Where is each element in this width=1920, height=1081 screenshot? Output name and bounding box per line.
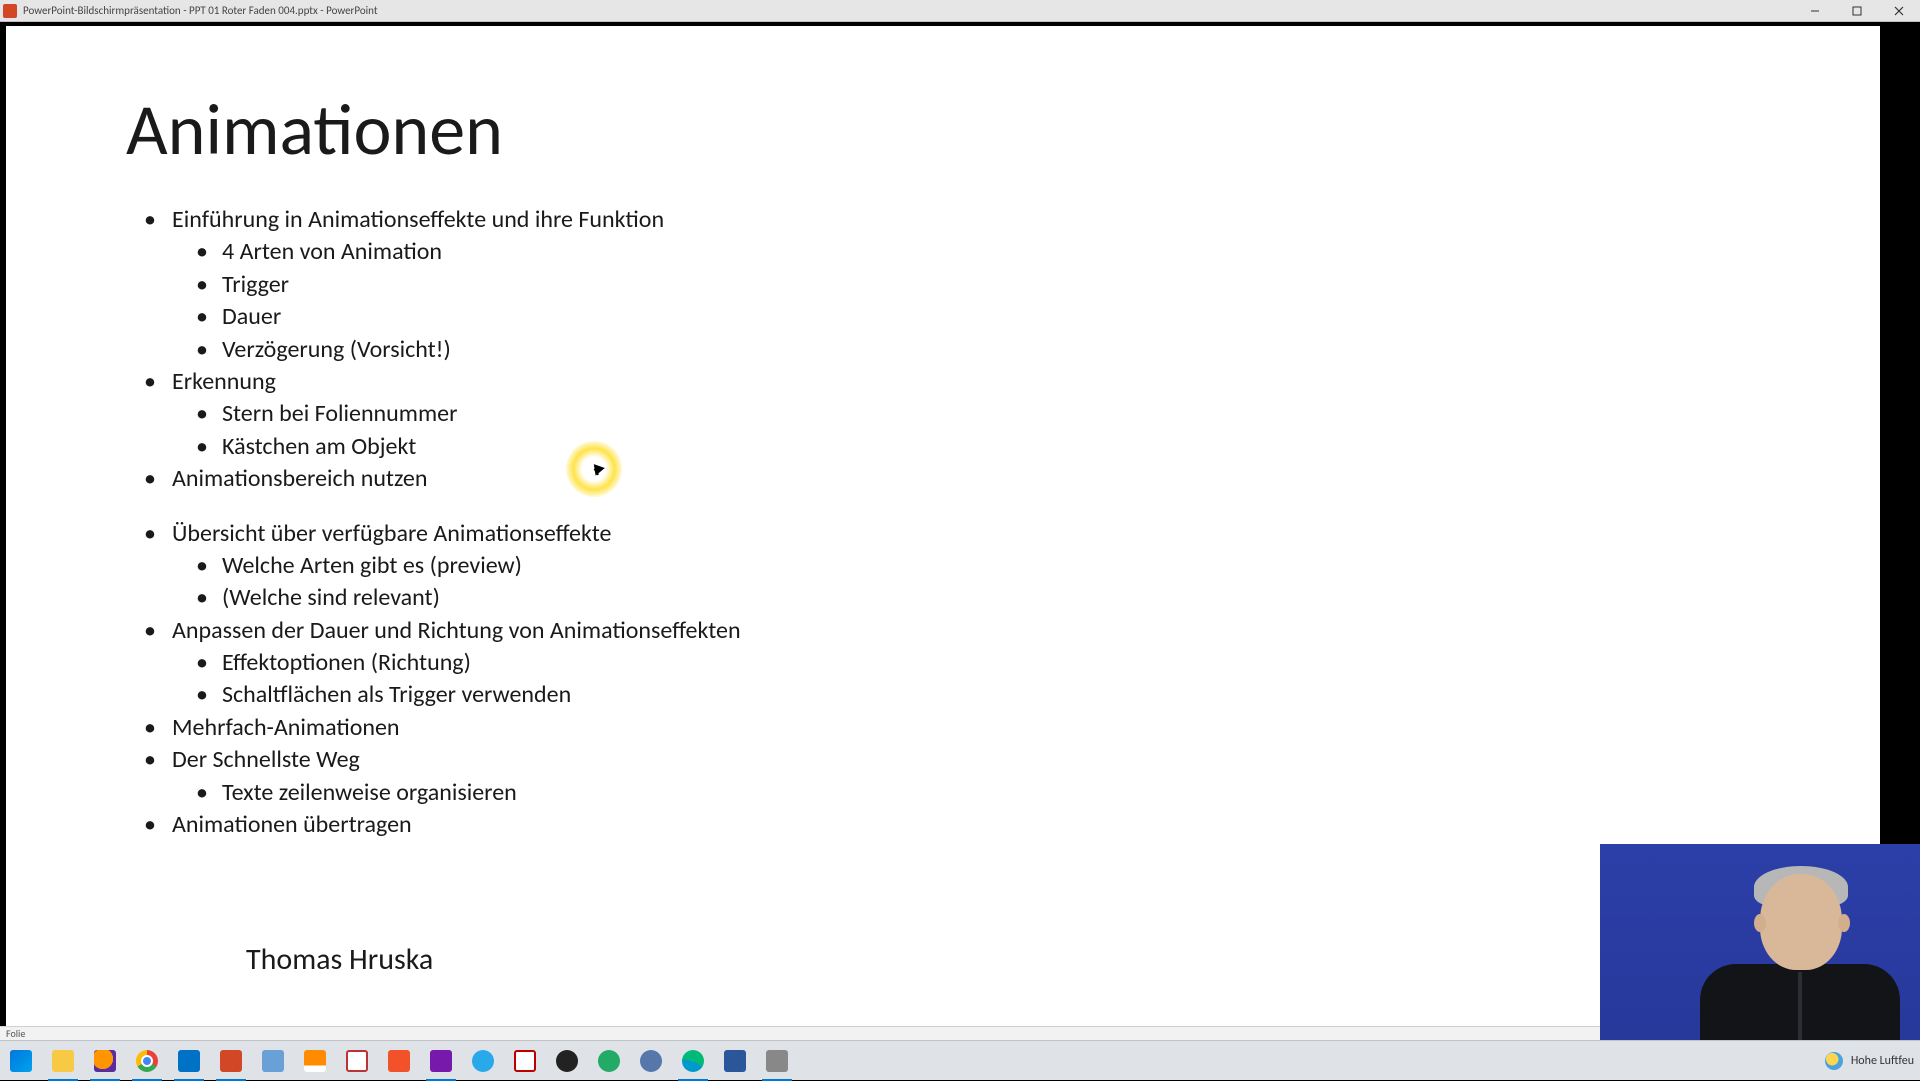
app-1-icon <box>640 1050 662 1072</box>
bullet-item: Anpassen der Dauer und Richtung von Anim… <box>126 615 1780 712</box>
onenote-icon <box>430 1050 452 1072</box>
brave-icon <box>388 1050 410 1072</box>
taskbar-app-2[interactable] <box>756 1041 798 1081</box>
taskbar[interactable]: Hohe Luftfeu <box>0 1040 1920 1080</box>
taskbar-vlc[interactable] <box>294 1041 336 1081</box>
window-titlebar: PowerPoint-Bildschirmpräsentation - PPT … <box>0 0 1920 22</box>
taskbar-chrome[interactable] <box>126 1041 168 1081</box>
taskbar-word[interactable] <box>714 1041 756 1081</box>
sub-bullet-list: 4 Arten von AnimationTriggerDauerVerzöge… <box>172 236 1780 366</box>
bullet-item: Animationsbereich nutzen <box>126 463 1780 495</box>
taskbar-brave[interactable] <box>378 1041 420 1081</box>
bullet-text: Animationen übertragen <box>172 810 412 839</box>
chrome-icon <box>136 1050 158 1072</box>
presenter-figure <box>1690 844 1890 1054</box>
outlook-icon <box>178 1050 200 1072</box>
sub-bullet-list: Welche Arten gibt es (preview)(Welche si… <box>172 550 1780 615</box>
bullet-item: Animationen übertragen <box>126 809 1780 841</box>
taskbar-onenote[interactable] <box>420 1041 462 1081</box>
taskbar-firefox[interactable] <box>84 1041 126 1081</box>
snipping-tool-icon <box>346 1050 368 1072</box>
taskbar-zotero[interactable] <box>504 1041 546 1081</box>
sub-bullet-item: Effektoptionen (Richtung) <box>172 647 1780 679</box>
bullet-text: Anpassen der Dauer und Richtung von Anim… <box>172 616 741 645</box>
sub-bullet-item: Kästchen am Objekt <box>172 431 1780 463</box>
sub-bullet-item: Stern bei Foliennummer <box>172 398 1780 430</box>
edge-icon <box>682 1050 704 1072</box>
bullet-text: Einführung in Animationseffekte und ihre… <box>172 205 664 234</box>
word-icon <box>724 1050 746 1072</box>
telegram-icon <box>472 1050 494 1072</box>
taskbar-outlook[interactable] <box>168 1041 210 1081</box>
taskbar-powerpoint[interactable] <box>210 1041 252 1081</box>
taskbar-edge[interactable] <box>672 1041 714 1081</box>
sub-bullet-item: Welche Arten gibt es (preview) <box>172 550 1780 582</box>
start-button-icon <box>10 1050 32 1072</box>
slide-author: Thomas Hruska <box>246 941 1780 978</box>
close-button[interactable] <box>1878 0 1920 22</box>
sub-bullet-item: 4 Arten von Animation <box>172 236 1780 268</box>
sub-bullet-item: Dauer <box>172 301 1780 333</box>
bullet-text: Mehrfach-Animationen <box>172 713 400 742</box>
bullet-list-2: Übersicht über verfügbare Animationseffe… <box>126 518 1780 842</box>
vlc-icon <box>304 1050 326 1072</box>
weather-text: Hohe Luftfeu <box>1851 1054 1914 1068</box>
status-left: Folie <box>6 1027 25 1040</box>
taskbar-recorder[interactable] <box>588 1041 630 1081</box>
sub-bullet-item: (Welche sind relevant) <box>172 582 1780 614</box>
firefox-icon <box>94 1050 116 1072</box>
bullet-item: Übersicht über verfügbare Animationseffe… <box>126 518 1780 615</box>
taskbar-app-1[interactable] <box>630 1041 672 1081</box>
bullet-item: Einführung in Animationseffekte und ihre… <box>126 204 1780 366</box>
minimize-button[interactable] <box>1794 0 1836 22</box>
taskbar-foxit[interactable] <box>252 1041 294 1081</box>
sub-bullet-list: Stern bei FoliennummerKästchen am Objekt <box>172 398 1780 463</box>
window-title: PowerPoint-Bildschirmpräsentation - PPT … <box>23 4 378 17</box>
slide-title: Animationen <box>126 86 1780 174</box>
sub-bullet-item: Trigger <box>172 269 1780 301</box>
taskbar-snipping-tool[interactable] <box>336 1041 378 1081</box>
powerpoint-icon <box>3 4 17 18</box>
bullet-item: Der Schnellste Weg Texte zeilenweise orga… <box>126 744 1780 809</box>
bullet-list-1: Einführung in Animationseffekte und ihre… <box>126 204 1780 496</box>
app-2-icon <box>766 1050 788 1072</box>
bullet-text: Erkennung <box>172 367 276 396</box>
sub-bullet-item: Schaltflächen als Trigger verwenden <box>172 679 1780 711</box>
foxit-icon <box>262 1050 284 1072</box>
bullet-item: Mehrfach-Animationen <box>126 712 1780 744</box>
sub-bullet-list: Texte zeilenweise organisieren <box>172 777 1780 809</box>
webcam-overlay <box>1600 844 1920 1054</box>
taskbar-telegram[interactable] <box>462 1041 504 1081</box>
file-explorer-icon <box>52 1050 74 1072</box>
system-tray[interactable]: Hohe Luftfeu <box>1825 1052 1920 1070</box>
sub-bullet-list: Effektoptionen (Richtung)Schaltflächen a… <box>172 647 1780 712</box>
taskbar-start-button[interactable] <box>0 1041 42 1081</box>
powerpoint-icon <box>220 1050 242 1072</box>
obs-icon <box>556 1050 578 1072</box>
recorder-icon <box>598 1050 620 1072</box>
bullet-item: ErkennungStern bei FoliennummerKästchen … <box>126 366 1780 463</box>
bullet-text: Animationsbereich nutzen <box>172 464 427 493</box>
maximize-button[interactable] <box>1836 0 1878 22</box>
weather-icon <box>1825 1052 1843 1070</box>
sub-bullet-item: Verzögerung (Vorsicht!) <box>172 334 1780 366</box>
sub-bullet-item: Texte zeilenweise organisieren <box>172 777 1780 809</box>
taskbar-obs[interactable] <box>546 1041 588 1081</box>
slide[interactable]: Animationen Einführung in Animationseffe… <box>6 26 1880 1026</box>
taskbar-file-explorer[interactable] <box>42 1041 84 1081</box>
zotero-icon <box>514 1050 536 1072</box>
bullet-text: Übersicht über verfügbare Animationseffe… <box>172 519 612 548</box>
bullet-text: Der Schnellste Weg <box>172 745 360 774</box>
